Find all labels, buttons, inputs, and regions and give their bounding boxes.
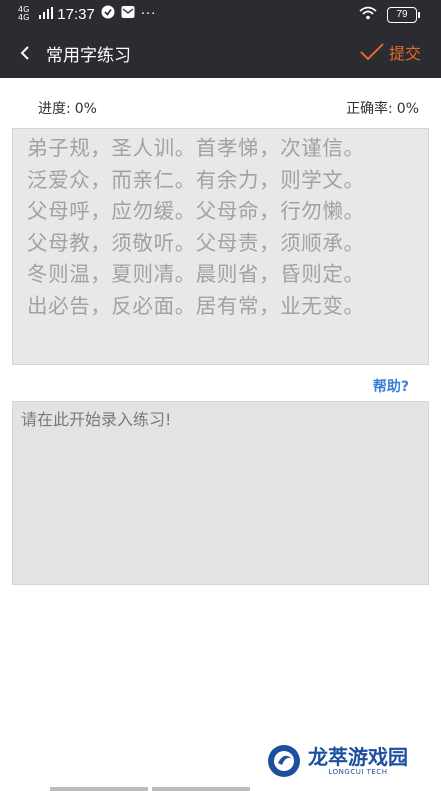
bottom-tab[interactable] — [50, 787, 148, 791]
accuracy-value: 0% — [396, 101, 419, 117]
watermark-text: 龙萃游戏园 LONGCUI TECH — [308, 746, 408, 776]
wifi-icon — [359, 5, 377, 24]
watermark-name: 龙萃游戏园 — [308, 745, 408, 769]
source-line: 泛爱众，而亲仁。有余力，则学文。 — [27, 167, 365, 192]
bottom-tab[interactable] — [152, 787, 250, 791]
source-line: 冬则温，夏则凊。晨则省，昏则定。 — [27, 262, 365, 286]
accuracy-stat: 正确率: 0% — [346, 98, 419, 118]
network-label-2: 4G — [18, 13, 30, 22]
status-left: 4G 4G 17:37 ··· — [18, 5, 156, 23]
app-notification-icon — [101, 5, 115, 23]
chevron-left-icon — [20, 46, 29, 60]
message-icon — [121, 5, 135, 23]
signal-icon — [39, 5, 54, 23]
more-notifications-icon: ··· — [140, 6, 157, 22]
source-text-panel: 弟子规，圣人训。首孝悌，次谨信。 泛爱众，而亲仁。有余力，则学文。 父母呼，应勿… — [12, 128, 429, 365]
progress-value: 0% — [74, 101, 97, 117]
submit-button[interactable]: 提交 — [359, 40, 421, 64]
page-title: 常用字练习 — [46, 46, 131, 66]
progress-label: 进度: — [38, 101, 71, 117]
help-link[interactable]: 帮助? — [373, 376, 409, 396]
check-icon — [360, 43, 384, 61]
progress-stat: 进度: 0% — [38, 98, 97, 118]
source-line: 弟子规，圣人训。首孝悌，次谨信。 — [27, 136, 365, 160]
back-button[interactable] — [16, 41, 36, 65]
battery-level: 79 — [396, 9, 408, 20]
clock: 17:37 — [57, 5, 95, 23]
status-bar: 4G 4G 17:37 ··· 79 — [0, 0, 441, 28]
watermark: 龙萃游戏园 LONGCUI TECH — [266, 743, 408, 779]
network-indicator: 4G 4G — [18, 6, 29, 22]
source-line: 出必告，反必面。居有常，业无变。 — [27, 293, 365, 318]
status-right: 79 — [359, 5, 420, 24]
practice-input[interactable] — [12, 401, 429, 585]
battery-icon: 79 — [387, 6, 420, 23]
accuracy-label: 正确率: — [346, 101, 393, 117]
bottom-tabs — [50, 787, 254, 791]
source-line: 父母呼，应勿缓。父母命，行勿懒。 — [27, 199, 365, 223]
watermark-sub: LONGCUI TECH — [328, 768, 388, 776]
submit-label: 提交 — [388, 44, 421, 63]
source-line: 父母教，须敬听。父母责，须顺承。 — [27, 230, 365, 255]
watermark-logo-icon — [268, 745, 300, 777]
app-bar: 常用字练习 提交 — [0, 28, 441, 78]
